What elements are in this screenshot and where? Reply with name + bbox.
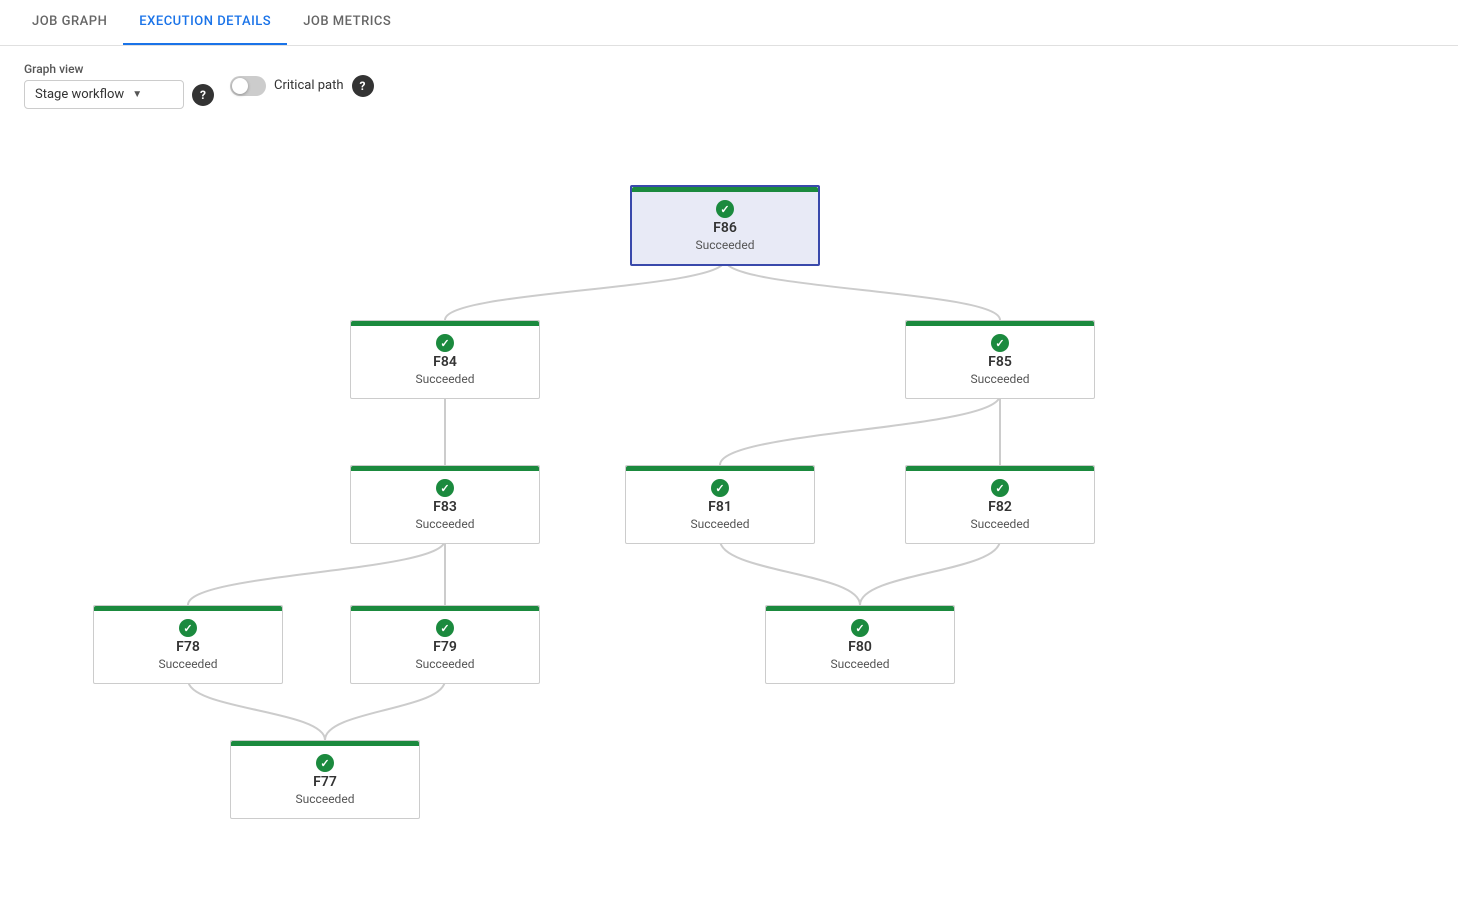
node-title: F85 [914,354,1086,370]
node-body: ✓ F81 Succeeded [626,471,814,543]
node-body: ✓ F82 Succeeded [906,471,1094,543]
tab-job-metrics[interactable]: JOB METRICS [287,0,407,45]
success-check-icon: ✓ [436,479,454,497]
node-title: F77 [239,774,411,790]
node-body: ✓ F79 Succeeded [351,611,539,683]
success-check-icon: ✓ [991,479,1009,497]
node-status: Succeeded [914,372,1086,386]
critical-path-label: Critical path [274,78,344,93]
node-body: ✓ F85 Succeeded [906,326,1094,398]
dropdown-row: Stage workflow ▼ ? [24,80,214,109]
success-check-icon: ✓ [436,334,454,352]
node-status: Succeeded [640,238,810,252]
tab-bar: JOB GRAPH EXECUTION DETAILS JOB METRICS [0,0,1458,46]
node-status: Succeeded [102,657,274,671]
critical-path-help-icon[interactable]: ? [352,75,374,97]
node-body: ✓ F78 Succeeded [94,611,282,683]
success-check-icon: ✓ [436,619,454,637]
graph-view-dropdown[interactable]: Stage workflow ▼ [24,80,184,109]
node-body: ✓ F84 Succeeded [351,326,539,398]
node-status: Succeeded [774,657,946,671]
node-status: Succeeded [914,517,1086,531]
node-title: F86 [640,220,810,236]
node-f85[interactable]: ✓ F85 Succeeded [905,320,1095,399]
toggle-knob [232,78,248,94]
node-title: F78 [102,639,274,655]
node-title: F82 [914,499,1086,515]
dropdown-value: Stage workflow [35,87,124,102]
node-f77[interactable]: ✓ F77 Succeeded [230,740,420,819]
success-check-icon: ✓ [711,479,729,497]
node-f80[interactable]: ✓ F80 Succeeded [765,605,955,684]
success-check-icon: ✓ [179,619,197,637]
node-f84[interactable]: ✓ F84 Succeeded [350,320,540,399]
node-body: ✓ F83 Succeeded [351,471,539,543]
success-check-icon: ✓ [716,200,734,218]
critical-path-toggle[interactable] [230,76,266,96]
node-f86[interactable]: ✓ F86 Succeeded [630,185,820,266]
graph-view-label: Graph view [24,62,214,76]
node-title: F81 [634,499,806,515]
node-title: F79 [359,639,531,655]
node-body: ✓ F86 Succeeded [632,192,818,264]
tab-execution-details[interactable]: EXECUTION DETAILS [123,0,287,45]
node-status: Succeeded [359,372,531,386]
tab-job-graph[interactable]: JOB GRAPH [16,0,123,45]
node-status: Succeeded [359,657,531,671]
chevron-down-icon: ▼ [132,89,142,100]
node-status: Succeeded [239,792,411,806]
node-title: F80 [774,639,946,655]
success-check-icon: ✓ [851,619,869,637]
node-body: ✓ F80 Succeeded [766,611,954,683]
graph-view-group: Graph view Stage workflow ▼ ? [24,62,214,109]
node-body: ✓ F77 Succeeded [231,746,419,818]
success-check-icon: ✓ [991,334,1009,352]
toolbar: Graph view Stage workflow ▼ ? Critical p… [0,46,1458,125]
success-check-icon: ✓ [316,754,334,772]
node-f79[interactable]: ✓ F79 Succeeded [350,605,540,684]
node-f81[interactable]: ✓ F81 Succeeded [625,465,815,544]
critical-path-group: Critical path ? [230,75,374,97]
node-title: F84 [359,354,531,370]
node-f83[interactable]: ✓ F83 Succeeded [350,465,540,544]
node-status: Succeeded [634,517,806,531]
graph-view-help-icon[interactable]: ? [192,84,214,106]
node-f82[interactable]: ✓ F82 Succeeded [905,465,1095,544]
node-status: Succeeded [359,517,531,531]
node-f78[interactable]: ✓ F78 Succeeded [93,605,283,684]
node-title: F83 [359,499,531,515]
graph-area: ✓ F86 Succeeded ✓ F84 Succeeded ✓ F85 Su… [0,125,1458,875]
